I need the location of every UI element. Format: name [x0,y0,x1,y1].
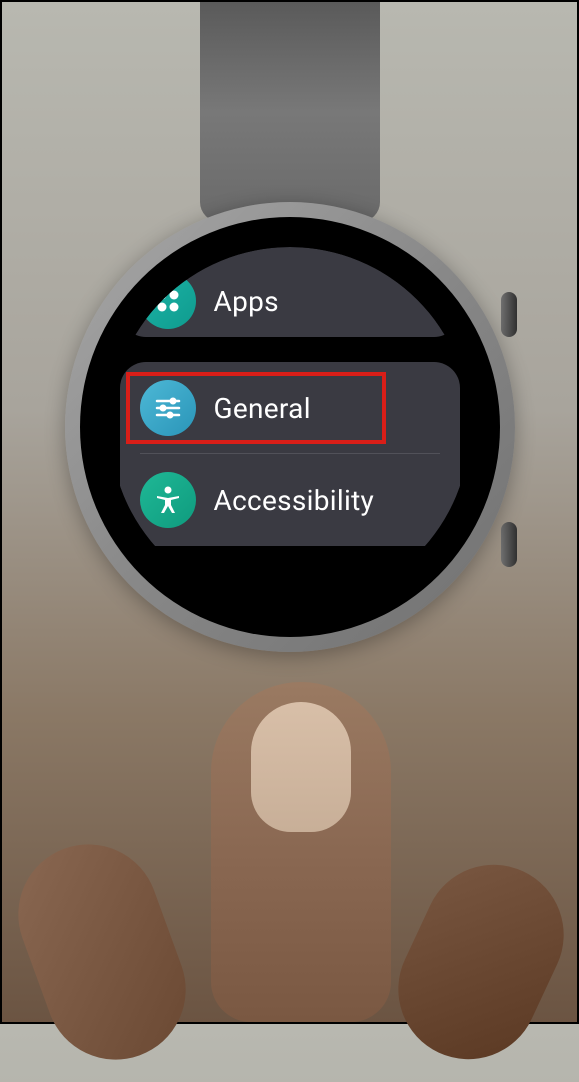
settings-group-top: Apps [120,247,460,337]
apps-icon [140,273,196,329]
settings-group-bottom: General Accessibility [120,362,460,546]
finger-right [375,842,579,1082]
hand [2,642,579,1022]
accessibility-icon [140,472,196,528]
watch-button-top[interactable] [501,292,517,337]
thumb [211,682,391,1022]
apps-label: Apps [214,285,279,318]
accessibility-label: Accessibility [214,484,375,517]
watch-screen[interactable]: Apps General [110,247,470,607]
settings-item-apps[interactable]: Apps [140,273,440,329]
settings-item-accessibility[interactable]: Accessibility [120,454,460,546]
watch-button-bottom[interactable] [501,522,517,567]
sliders-icon [140,380,196,436]
watch-band-top [200,2,380,222]
settings-list[interactable]: Apps General [110,247,470,607]
general-label: General [214,392,311,425]
settings-item-general[interactable]: General [120,362,460,454]
finger-left [0,825,205,1080]
